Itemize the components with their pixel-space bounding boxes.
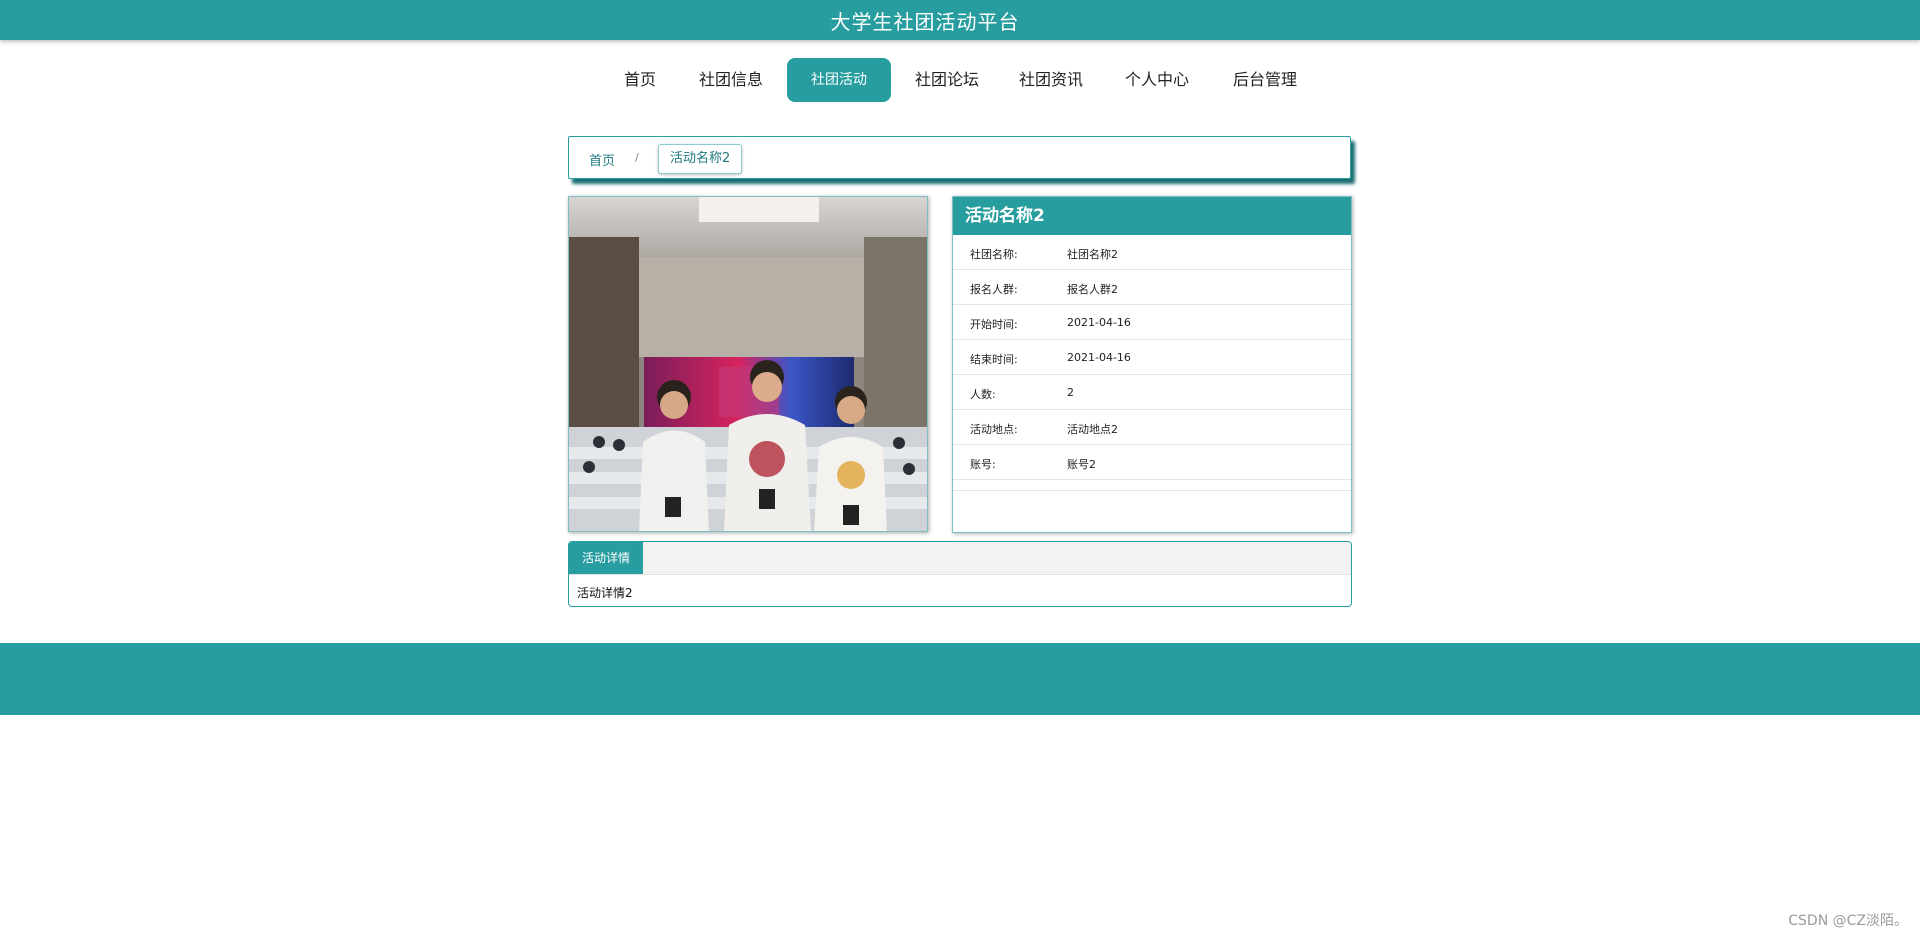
info-row-start-time: 开始时间: 2021-04-16 [953, 305, 1351, 340]
nav-item-club-activities[interactable]: 社团活动 [787, 58, 891, 102]
breadcrumb-current: 活动名称2 [658, 144, 743, 174]
nav-item-club-forum[interactable]: 社团论坛 [910, 58, 984, 102]
info-row-spacer [953, 480, 1351, 491]
info-value: 2021-04-16 [1067, 351, 1131, 364]
info-row-headcount: 人数: 2 [953, 375, 1351, 410]
activity-title: 活动名称2 [953, 197, 1351, 235]
info-value: 2 [1067, 386, 1074, 399]
activity-detail-panel: 活动详情 活动详情2 [568, 541, 1352, 607]
info-label: 账号: [970, 458, 996, 471]
info-value: 报名人群2 [1067, 283, 1118, 296]
info-value: 社团名称2 [1067, 248, 1118, 261]
nav-item-personal-center[interactable]: 个人中心 [1120, 58, 1194, 102]
tab-activity-detail[interactable]: 活动详情 [569, 542, 643, 574]
info-label: 开始时间: [970, 318, 1018, 331]
info-row-audience: 报名人群: 报名人群2 [953, 270, 1351, 305]
info-row-end-time: 结束时间: 2021-04-16 [953, 340, 1351, 375]
watermark: CSDN @CZ淡陌。 [1788, 913, 1908, 929]
activity-info-panel: 活动名称2 社团名称: 社团名称2 报名人群: 报名人群2 开始时间: 2021… [952, 196, 1352, 533]
breadcrumb-home-link[interactable]: 首页 [589, 150, 615, 169]
info-row-location: 活动地点: 活动地点2 [953, 410, 1351, 445]
nav-item-home[interactable]: 首页 [620, 58, 660, 102]
info-value: 账号2 [1067, 458, 1096, 471]
info-label: 结束时间: [970, 353, 1018, 366]
detail-tab-bar: 活动详情 [569, 542, 1351, 575]
nav-item-club-info[interactable]: 社团信息 [694, 58, 768, 102]
info-row-club-name: 社团名称: 社团名称2 [953, 235, 1351, 270]
top-header-bar: 大学生社团活动平台 [0, 0, 1920, 40]
footer-bar [0, 643, 1920, 715]
info-label: 人数: [970, 388, 996, 401]
info-value: 2021-04-16 [1067, 316, 1131, 329]
breadcrumb: 首页 / 活动名称2 [568, 136, 1351, 179]
info-label: 活动地点: [970, 423, 1018, 436]
info-label: 社团名称: [970, 248, 1018, 261]
site-title: 大学生社团活动平台 [830, 10, 1020, 34]
activity-photo [568, 196, 928, 532]
main-nav: 首页 社团信息 社团活动 社团论坛 社团资讯 个人中心 后台管理 [0, 58, 1920, 102]
activity-detail-content: 活动详情2 [577, 586, 633, 600]
nav-item-admin[interactable]: 后台管理 [1228, 58, 1302, 102]
breadcrumb-separator: / [635, 151, 639, 164]
info-value: 活动地点2 [1067, 423, 1118, 436]
nav-item-club-news[interactable]: 社团资讯 [1014, 58, 1088, 102]
info-label: 报名人群: [970, 283, 1018, 296]
info-row-account: 账号: 账号2 [953, 445, 1351, 480]
